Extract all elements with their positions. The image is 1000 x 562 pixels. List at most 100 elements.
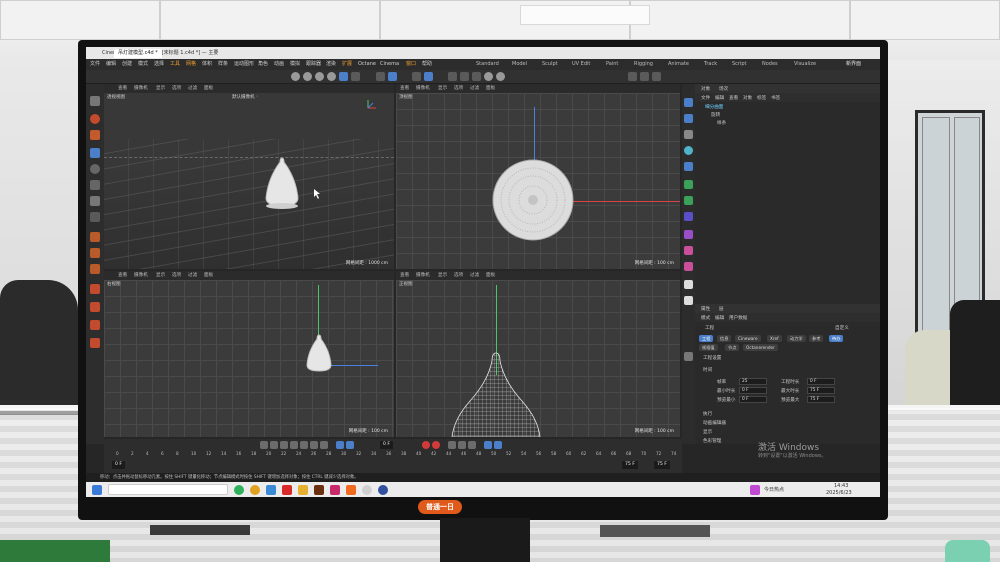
vp-menu-filter[interactable]: 过滤 [188, 84, 197, 93]
attr-menu-edit[interactable]: 编辑 [715, 315, 724, 321]
render-icon[interactable] [496, 72, 505, 81]
vp-menu-camera[interactable]: 摄像机 [134, 84, 148, 93]
object-item[interactable]: 样条 [695, 120, 880, 128]
folder-icon[interactable] [298, 485, 308, 495]
menu-mesh[interactable]: 网格 [186, 59, 196, 70]
transform-icon[interactable] [90, 196, 100, 206]
layout-new[interactable]: 新界面 [846, 59, 861, 70]
bridge-icon[interactable] [90, 320, 100, 330]
menu-cinema[interactable]: Cinema [380, 59, 399, 70]
viewport-right[interactable]: 查看 摄像机 显示 选项 过滤 面板 右视图 网格间距 : 100 cm [104, 271, 394, 437]
search-icon[interactable] [90, 96, 100, 106]
vp-menu-display[interactable]: 显示 [156, 84, 165, 93]
obj-menu-object[interactable]: 对象 [743, 95, 752, 101]
news-label[interactable]: 今日热点 [764, 486, 784, 493]
vp-menu-filter[interactable]: 过滤 [188, 271, 197, 280]
layout-rigging[interactable]: Rigging [634, 59, 653, 70]
obj-menu-edit[interactable]: 编辑 [715, 95, 724, 101]
vp-menu-view[interactable]: 查看 [400, 84, 409, 93]
min-time-input[interactable]: 0 F [739, 387, 767, 394]
tab-layers[interactable]: 层 [719, 306, 724, 312]
menu-animate[interactable]: 动画 [274, 59, 284, 70]
layout-script[interactable]: Script [732, 59, 747, 70]
group-display[interactable]: 显示 [703, 429, 712, 435]
prev-frame-icon[interactable] [280, 441, 288, 449]
next-key-icon[interactable] [310, 441, 318, 449]
layout-sculpt[interactable]: Sculpt [542, 59, 558, 70]
cloner-icon[interactable] [684, 180, 693, 189]
layout-2-icon[interactable] [640, 72, 649, 81]
redo-icon[interactable] [303, 72, 312, 81]
group-execute[interactable]: 执行 [703, 411, 712, 417]
file-tab[interactable]: 吊灯建模型.c4d * [114, 49, 162, 58]
group-anim-editor[interactable]: 动画编辑器 [703, 420, 726, 426]
vp-menu-options[interactable]: 选项 [172, 84, 181, 93]
app-round-icon[interactable] [378, 485, 388, 495]
key-param-icon[interactable] [484, 441, 492, 449]
cube-icon[interactable] [684, 98, 693, 107]
menu-select[interactable]: 选择 [154, 59, 164, 70]
preview-end-field[interactable]: 75 F [654, 461, 670, 469]
menu-spline[interactable]: 样条 [218, 59, 228, 70]
auto-key-icon[interactable] [432, 441, 440, 449]
deformer-icon[interactable] [684, 212, 693, 221]
grid-snap-icon[interactable] [424, 72, 433, 81]
magnet-icon[interactable] [90, 248, 100, 258]
layout-1-icon[interactable] [628, 72, 637, 81]
menu-help[interactable]: 帮助 [422, 59, 432, 70]
vp-menu-view[interactable]: 查看 [118, 84, 127, 93]
attr-menu-mode[interactable]: 模式 [701, 315, 710, 321]
render-view-icon[interactable] [484, 72, 493, 81]
key-pla-icon[interactable] [494, 441, 502, 449]
rotate-icon[interactable] [351, 72, 360, 81]
brush-icon[interactable] [90, 232, 100, 242]
pen-icon[interactable] [684, 114, 693, 123]
current-frame-field[interactable]: 0 F [380, 441, 394, 449]
prev-key-icon[interactable] [270, 441, 278, 449]
obj-menu-bookmarks[interactable]: 书签 [771, 95, 780, 101]
go-start-icon[interactable] [260, 441, 268, 449]
undo-icon[interactable] [291, 72, 300, 81]
subtab-cineware[interactable]: Cineware [735, 335, 761, 342]
start-frame-field[interactable]: 0 F [112, 461, 126, 469]
preview-max-input[interactable]: 75 F [807, 396, 835, 403]
vp-menu-display[interactable]: 显示 [156, 271, 165, 280]
viewport-front[interactable]: 查看 摄像机 显示 选项 过滤 面板 正视图 网格间距 : 100 cm [396, 271, 680, 437]
attr-mode-select[interactable]: 自定义 [835, 325, 849, 331]
layout-paint[interactable]: Paint [606, 59, 618, 70]
app-icon[interactable] [330, 485, 340, 495]
cursor-icon[interactable] [90, 130, 100, 140]
points-mode-icon[interactable] [448, 72, 457, 81]
fps-input[interactable]: 25 [739, 378, 767, 385]
layout-track[interactable]: Track [704, 59, 717, 70]
edge-icon[interactable] [266, 485, 276, 495]
clock-date[interactable]: 2025/6/23 [826, 490, 852, 496]
vp-menu-filter[interactable]: 过滤 [470, 271, 479, 280]
group-project-settings[interactable]: 工程设置 [703, 355, 721, 361]
menu-edit[interactable]: 编辑 [106, 59, 116, 70]
polygons-mode-icon[interactable] [472, 72, 481, 81]
windows-start-icon[interactable] [92, 485, 102, 495]
weld-icon[interactable] [90, 264, 100, 274]
text-icon[interactable] [684, 162, 693, 171]
axis-icon[interactable] [376, 72, 385, 81]
vp-menu-panel[interactable]: 面板 [486, 271, 495, 280]
menu-tools[interactable]: 工具 [170, 59, 180, 70]
layout-3-icon[interactable] [652, 72, 661, 81]
key-scale-icon[interactable] [468, 441, 476, 449]
vp-menu-filter[interactable]: 过滤 [470, 84, 479, 93]
wechat-icon[interactable] [234, 485, 244, 495]
loop-cut-icon[interactable] [90, 338, 100, 348]
vp-menu-view[interactable]: 查看 [400, 271, 409, 280]
obj-menu-tags[interactable]: 标签 [757, 95, 766, 101]
menu-mograph[interactable]: 运动图形 [234, 59, 254, 70]
brush-tool-icon[interactable] [684, 352, 693, 361]
viewport-top[interactable]: 查看 摄像机 显示 选项 过滤 面板 顶视图 网格间距 : 100 cm [396, 84, 680, 269]
clock-time[interactable]: 14:43 [834, 483, 848, 489]
obj-menu-view[interactable]: 查看 [729, 95, 738, 101]
knife-icon[interactable] [90, 212, 100, 222]
layout-visualize[interactable]: Visualize [794, 59, 816, 70]
max-time-input[interactable]: 75 F [807, 387, 835, 394]
lock-x-icon[interactable] [412, 72, 421, 81]
tab-objects[interactable]: 对象 [701, 86, 710, 92]
